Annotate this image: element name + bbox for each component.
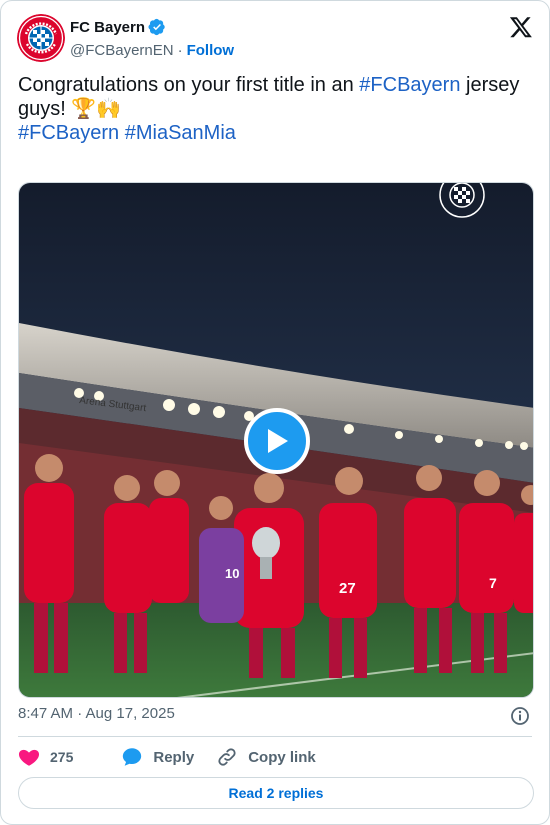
tweet-text-before: Congratulations on your first title in a… xyxy=(18,74,360,96)
play-icon xyxy=(268,429,288,453)
like-button[interactable]: 275 xyxy=(18,746,73,768)
play-button[interactable] xyxy=(244,408,310,474)
tweet-text-line: Congratulations on your first title in a… xyxy=(18,73,534,121)
tweet-text: Congratulations on your first title in a… xyxy=(18,73,534,145)
link-icon xyxy=(218,748,236,766)
verified-badge-icon xyxy=(148,18,166,36)
jersey-number: 7 xyxy=(489,575,497,591)
x-logo-icon[interactable] xyxy=(509,15,533,39)
tweet-header: FC Bayern @FCBayernEN · Follow xyxy=(17,14,533,62)
handle-row: @FCBayernEN · Follow xyxy=(70,39,234,61)
jersey-number: 10 xyxy=(225,566,239,581)
reply-button[interactable]: Reply xyxy=(121,746,194,768)
info-icon[interactable] xyxy=(510,706,530,726)
tweet-embed-card: FC Bayern @FCBayernEN · Follow Congratul… xyxy=(0,0,550,825)
reply-label: Reply xyxy=(153,748,195,766)
jersey-number: 27 xyxy=(339,580,356,597)
fc-bayern-crest-icon xyxy=(17,14,65,62)
heart-icon xyxy=(18,749,40,766)
like-count: 275 xyxy=(50,749,74,765)
handle[interactable]: @FCBayernEN xyxy=(70,42,174,59)
hashtag-line: #FCBayern #MiaSanMia xyxy=(18,121,534,145)
separator: · xyxy=(177,41,183,59)
copy-link-button[interactable]: Copy link xyxy=(216,746,316,768)
hashtag-link[interactable]: #MiaSanMia xyxy=(125,122,236,144)
speech-bubble-icon xyxy=(123,748,142,766)
video-thumbnail[interactable]: Arena Stuttgart 10 27 7 xyxy=(18,182,534,698)
timestamp-row: 8:47 AM · Aug 17, 2025 xyxy=(18,705,532,727)
follow-button[interactable]: Follow xyxy=(187,42,235,59)
read-replies-button[interactable]: Read 2 replies xyxy=(18,777,534,809)
author-block: FC Bayern @FCBayernEN · Follow xyxy=(70,17,234,61)
copy-link-label: Copy link xyxy=(248,748,316,766)
display-name[interactable]: FC Bayern xyxy=(70,19,145,36)
divider xyxy=(18,736,532,737)
action-bar: 275 Reply Copy link xyxy=(18,745,316,769)
hashtag-link[interactable]: #FCBayern xyxy=(18,122,119,144)
timestamp-link[interactable]: 8:47 AM · Aug 17, 2025 xyxy=(18,705,175,722)
avatar[interactable] xyxy=(17,14,65,62)
hashtag-link[interactable]: #FCBayern xyxy=(359,74,460,96)
display-name-row: FC Bayern xyxy=(70,17,234,37)
